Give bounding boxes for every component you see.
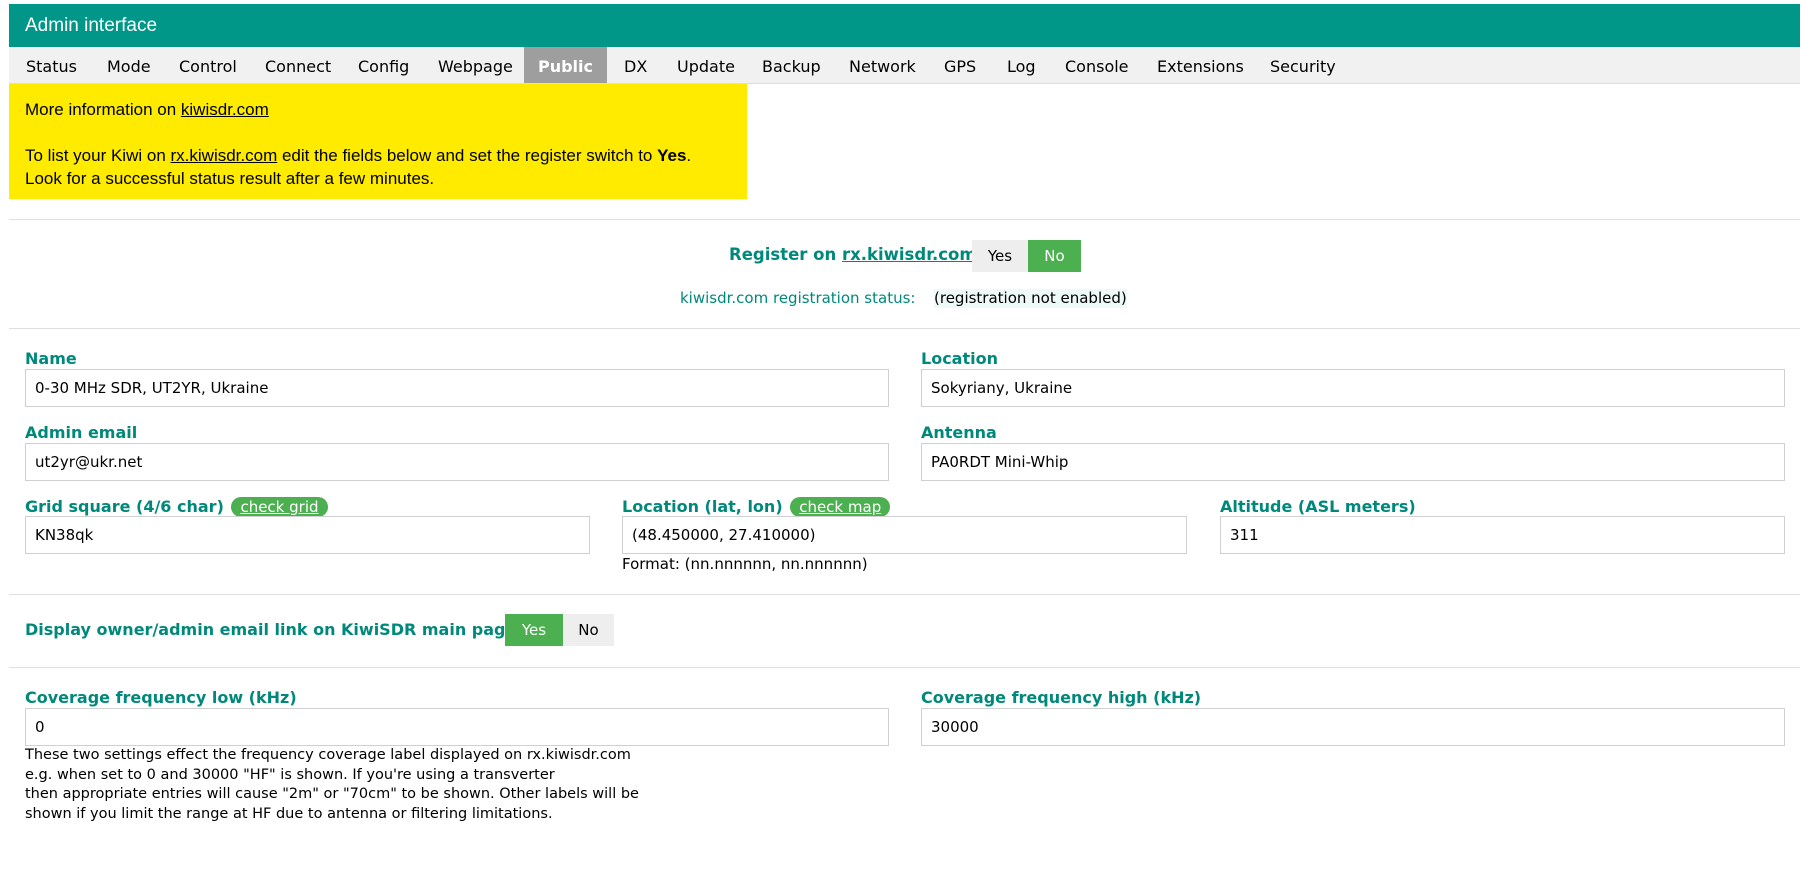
public-info-box: More information on kiwisdr.com To list … [9, 84, 747, 199]
coverage-low-input[interactable] [25, 708, 889, 746]
location-input[interactable] [921, 369, 1785, 407]
name-label: Name [25, 349, 77, 368]
altitude-input[interactable] [1220, 516, 1785, 554]
latlon-label: Location (lat, lon) [622, 497, 783, 516]
divider [9, 594, 1800, 595]
list-instructions-line: To list your Kiwi on rx.kiwisdr.com edit… [25, 144, 747, 167]
registration-status-label: kiwisdr.com registration status: [680, 289, 916, 307]
list-prefix-text: To list your Kiwi on [25, 146, 171, 165]
tab-connect[interactable]: Connect [265, 47, 331, 83]
tab-update[interactable]: Update [677, 47, 735, 83]
list-end-text: . [686, 146, 692, 165]
status-hint-line: Look for a successful status result afte… [25, 169, 435, 188]
more-info-line: More information on kiwisdr.com [25, 98, 747, 121]
coverage-high-input[interactable] [921, 708, 1785, 746]
tab-security[interactable]: Security [1270, 47, 1336, 83]
check-grid-button[interactable]: check grid [231, 497, 328, 517]
tab-dx[interactable]: DX [624, 47, 647, 83]
coverage-note-line: shown if you limit the range at HF due t… [25, 805, 553, 822]
rx-kiwisdr-link[interactable]: rx.kiwisdr.com [171, 146, 278, 165]
list-yes-text: Yes [657, 146, 687, 165]
tab-public[interactable]: Public [524, 47, 607, 83]
display-email-label: Display owner/admin email link on KiwiSD… [25, 620, 526, 639]
list-mid-text: edit the fields below and set the regist… [277, 146, 658, 165]
tab-network[interactable]: Network [849, 47, 916, 83]
kiwisdr-link[interactable]: kiwisdr.com [181, 100, 269, 119]
tab-gps[interactable]: GPS [944, 47, 976, 83]
coverage-note-line: e.g. when set to 0 and 30000 "HF" is sho… [25, 766, 555, 783]
latlon-input[interactable] [622, 516, 1187, 554]
tab-extensions[interactable]: Extensions [1157, 47, 1244, 83]
coverage-low-label: Coverage frequency low (kHz) [25, 688, 297, 707]
grid-square-input[interactable] [25, 516, 590, 554]
register-link[interactable]: rx.kiwisdr.com [842, 245, 977, 264]
antenna-input[interactable] [921, 443, 1785, 481]
latlon-format-hint: Format: (nn.nnnnnn, nn.nnnnnn) [622, 555, 868, 573]
tab-control[interactable]: Control [179, 47, 237, 83]
tab-config[interactable]: Config [358, 47, 409, 83]
tab-status[interactable]: Status [26, 47, 77, 83]
page-title: Admin interface [25, 15, 158, 36]
register-no-button[interactable]: No [1028, 240, 1081, 272]
admin-title-bar: Admin interface [9, 4, 1800, 47]
register-label: Register on rx.kiwisdr.com? [729, 245, 986, 265]
coverage-note-line: These two settings effect the frequency … [25, 747, 631, 763]
admin-email-input[interactable] [25, 443, 889, 481]
tab-log[interactable]: Log [1007, 47, 1036, 83]
coverage-note: These two settings effect the frequency … [25, 746, 725, 824]
latlon-label-row: Location (lat, lon) check map [622, 497, 891, 517]
display-email-no-button[interactable]: No [563, 614, 614, 646]
name-input[interactable] [25, 369, 889, 407]
more-info-text: More information on [25, 100, 181, 119]
display-email-yes-button[interactable]: Yes [505, 614, 563, 646]
divider [9, 328, 1800, 329]
antenna-label: Antenna [921, 423, 997, 442]
tab-console[interactable]: Console [1065, 47, 1129, 83]
divider [9, 667, 1800, 668]
grid-square-label: Grid square (4/6 char) [25, 497, 224, 516]
divider [9, 219, 1800, 220]
check-map-button[interactable]: check map [790, 497, 891, 517]
admin-email-label: Admin email [25, 423, 138, 442]
tab-backup[interactable]: Backup [762, 47, 821, 83]
register-prefix: Register on [729, 245, 842, 264]
nav-tabs: Status Mode Control Connect Config Webpa… [9, 47, 1800, 84]
location-label: Location [921, 349, 998, 368]
grid-label-row: Grid square (4/6 char) check grid [25, 497, 328, 517]
altitude-label: Altitude (ASL meters) [1220, 497, 1416, 516]
tab-mode[interactable]: Mode [107, 47, 151, 83]
tab-webpage[interactable]: Webpage [438, 47, 513, 83]
coverage-note-line: then appropriate entries will cause "2m"… [25, 786, 639, 802]
coverage-high-label: Coverage frequency high (kHz) [921, 688, 1202, 707]
register-yes-button[interactable]: Yes [972, 240, 1028, 272]
registration-status-value: (registration not enabled) [934, 289, 1127, 308]
